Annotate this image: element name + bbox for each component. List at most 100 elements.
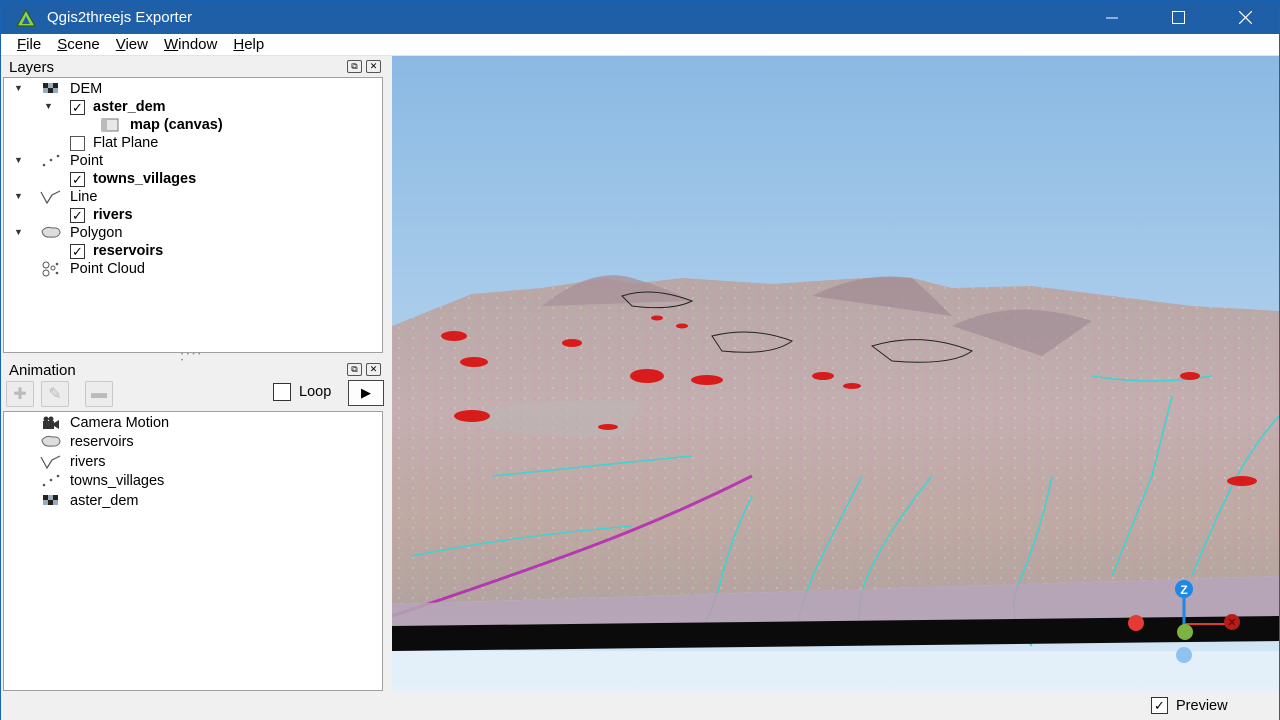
loop-label: Loop — [299, 384, 332, 400]
neg-x-axis-handle[interactable] — [1128, 615, 1144, 631]
animation-item-reservoirs[interactable]: reservoirs — [40, 433, 134, 451]
town-marker — [651, 315, 663, 321]
menu-window-label: indow — [178, 35, 218, 53]
layer-group-point-cloud[interactable]: Point Cloud — [40, 260, 145, 278]
layer-group-line[interactable]: Line — [40, 188, 97, 206]
menu-view[interactable]: View — [108, 34, 156, 56]
status-bar: ✓ Preview — [1, 691, 1279, 720]
animation-item-aster-dem-label: aster_dem — [70, 493, 139, 509]
float-panel-button[interactable]: ⧉ — [347, 60, 362, 73]
layer-aster-dem-checkbox[interactable]: ✓ — [70, 99, 85, 115]
layer-group-dem-label: DEM — [70, 81, 103, 97]
close-panel-button[interactable]: ✕ — [366, 363, 381, 376]
terrain-texture — [392, 278, 1279, 604]
town-marker — [630, 369, 664, 383]
add-keyframe-button[interactable]: ✚ — [6, 381, 34, 407]
layer-reservoirs[interactable]: ✓ reservoirs — [70, 242, 163, 260]
menu-bar: File Scene View Window Help — [1, 34, 1279, 56]
layers-panel-buttons: ⧉ ✕ — [347, 60, 381, 73]
town-marker — [562, 339, 582, 347]
edit-keyframe-button[interactable]: ✎ — [41, 381, 69, 407]
loop-checkbox[interactable] — [273, 383, 291, 401]
close-icon: ✕ — [369, 364, 378, 374]
preview-toggle[interactable]: ✓ Preview — [1151, 697, 1228, 714]
layer-group-point-label: Point — [70, 153, 104, 169]
layer-flat-plane[interactable]: Flat Plane — [70, 134, 158, 152]
animation-item-rivers[interactable]: rivers — [40, 453, 105, 471]
layer-reservoirs-checkbox[interactable]: ✓ — [70, 243, 85, 259]
menu-help-label: elp — [244, 35, 265, 53]
3d-preview-viewport[interactable]: Z ✕ — [392, 56, 1279, 691]
animation-item-camera-motion[interactable]: Camera Motion — [40, 414, 169, 432]
preview-checkbox[interactable]: ✓ — [1151, 697, 1168, 714]
close-panel-button[interactable]: ✕ — [366, 60, 381, 73]
collapse-arrow-icon[interactable]: ▼ — [14, 83, 24, 93]
play-icon: ▶ — [361, 385, 371, 400]
close-icon: ✕ — [369, 61, 378, 71]
animation-toolbar: ✚ ✎ ▬ Loop ▶ — [3, 379, 384, 409]
close-icon — [1239, 11, 1252, 24]
maximize-icon — [1172, 11, 1185, 24]
water-area — [392, 651, 1279, 691]
layer-group-polygon[interactable]: Polygon — [40, 224, 122, 242]
animation-panel-title: Animation — [9, 361, 76, 379]
layer-group-point[interactable]: Point — [40, 152, 103, 170]
collapse-arrow-icon[interactable]: ▼ — [14, 227, 24, 237]
terrain-scene: Z ✕ — [392, 56, 1279, 691]
line-layer-icon — [40, 455, 61, 470]
polygon-layer-icon — [41, 435, 61, 447]
panel-splitter-handle[interactable]: • • • • • — [181, 352, 205, 364]
window-title: Qgis2threejs Exporter — [47, 9, 193, 26]
animation-item-rivers-label: rivers — [70, 454, 106, 470]
minimize-icon — [1105, 17, 1118, 18]
line-layer-icon — [40, 190, 61, 205]
close-button[interactable] — [1212, 1, 1279, 34]
play-button[interactable]: ▶ — [348, 380, 384, 406]
layer-group-dem[interactable]: DEM — [40, 80, 102, 98]
maximize-button[interactable] — [1145, 1, 1212, 34]
exporter-window: Qgis2threejs Exporter File Scene View Wi… — [0, 0, 1280, 720]
menu-file[interactable]: File — [1, 34, 49, 56]
town-marker — [812, 372, 834, 380]
layer-aster-dem[interactable]: ✓ aster_dem — [70, 98, 166, 116]
layer-rivers-checkbox[interactable]: ✓ — [70, 207, 85, 223]
menu-window[interactable]: Window — [156, 34, 225, 56]
layer-towns-villages[interactable]: ✓ towns_villages — [70, 170, 196, 188]
layer-group-polygon-label: Polygon — [70, 225, 123, 241]
collapse-arrow-icon[interactable]: ▼ — [14, 155, 24, 165]
preview-label: Preview — [1176, 697, 1228, 714]
minimize-button[interactable] — [1078, 1, 1145, 34]
layer-rivers[interactable]: ✓ rivers — [70, 206, 133, 224]
town-marker — [598, 424, 618, 430]
animation-item-reservoirs-label: reservoirs — [70, 434, 134, 450]
town-marker — [843, 383, 861, 389]
menu-help[interactable]: Help — [225, 34, 272, 56]
animation-item-towns-villages[interactable]: towns_villages — [40, 472, 164, 490]
layers-panel-title: Layers — [9, 58, 55, 76]
float-panel-button[interactable]: ⧉ — [347, 363, 362, 376]
collapse-arrow-icon[interactable]: ▼ — [44, 101, 54, 111]
point-cloud-icon — [42, 261, 59, 277]
town-marker — [454, 410, 490, 422]
layer-map-canvas[interactable]: map (canvas) — [100, 116, 223, 134]
animation-item-aster-dem[interactable]: aster_dem — [40, 492, 139, 510]
neg-z-axis-handle[interactable] — [1176, 647, 1192, 663]
layer-towns-villages-checkbox[interactable]: ✓ — [70, 171, 85, 187]
remove-keyframe-button[interactable]: ▬ — [85, 381, 113, 407]
loop-toggle[interactable]: Loop — [273, 383, 331, 401]
layer-flat-plane-label: Flat Plane — [93, 135, 159, 151]
collapse-arrow-icon[interactable]: ▼ — [14, 191, 24, 201]
menu-scene[interactable]: Scene — [49, 34, 108, 56]
y-axis-handle[interactable] — [1177, 624, 1193, 640]
layer-group-line-label: Line — [70, 189, 98, 205]
title-bar: Qgis2threejs Exporter — [1, 1, 1279, 34]
town-marker — [460, 357, 488, 367]
layer-towns-villages-label: towns_villages — [93, 171, 197, 187]
layer-flat-plane-checkbox[interactable] — [70, 135, 85, 151]
menu-file-mnemonic: F — [17, 35, 27, 53]
menu-help-mnemonic: H — [233, 35, 245, 53]
layer-map-canvas-label: map (canvas) — [130, 117, 223, 133]
x-axis-icon: ✕ — [1227, 617, 1236, 629]
point-layer-icon — [42, 474, 60, 487]
camera-icon — [43, 416, 59, 429]
